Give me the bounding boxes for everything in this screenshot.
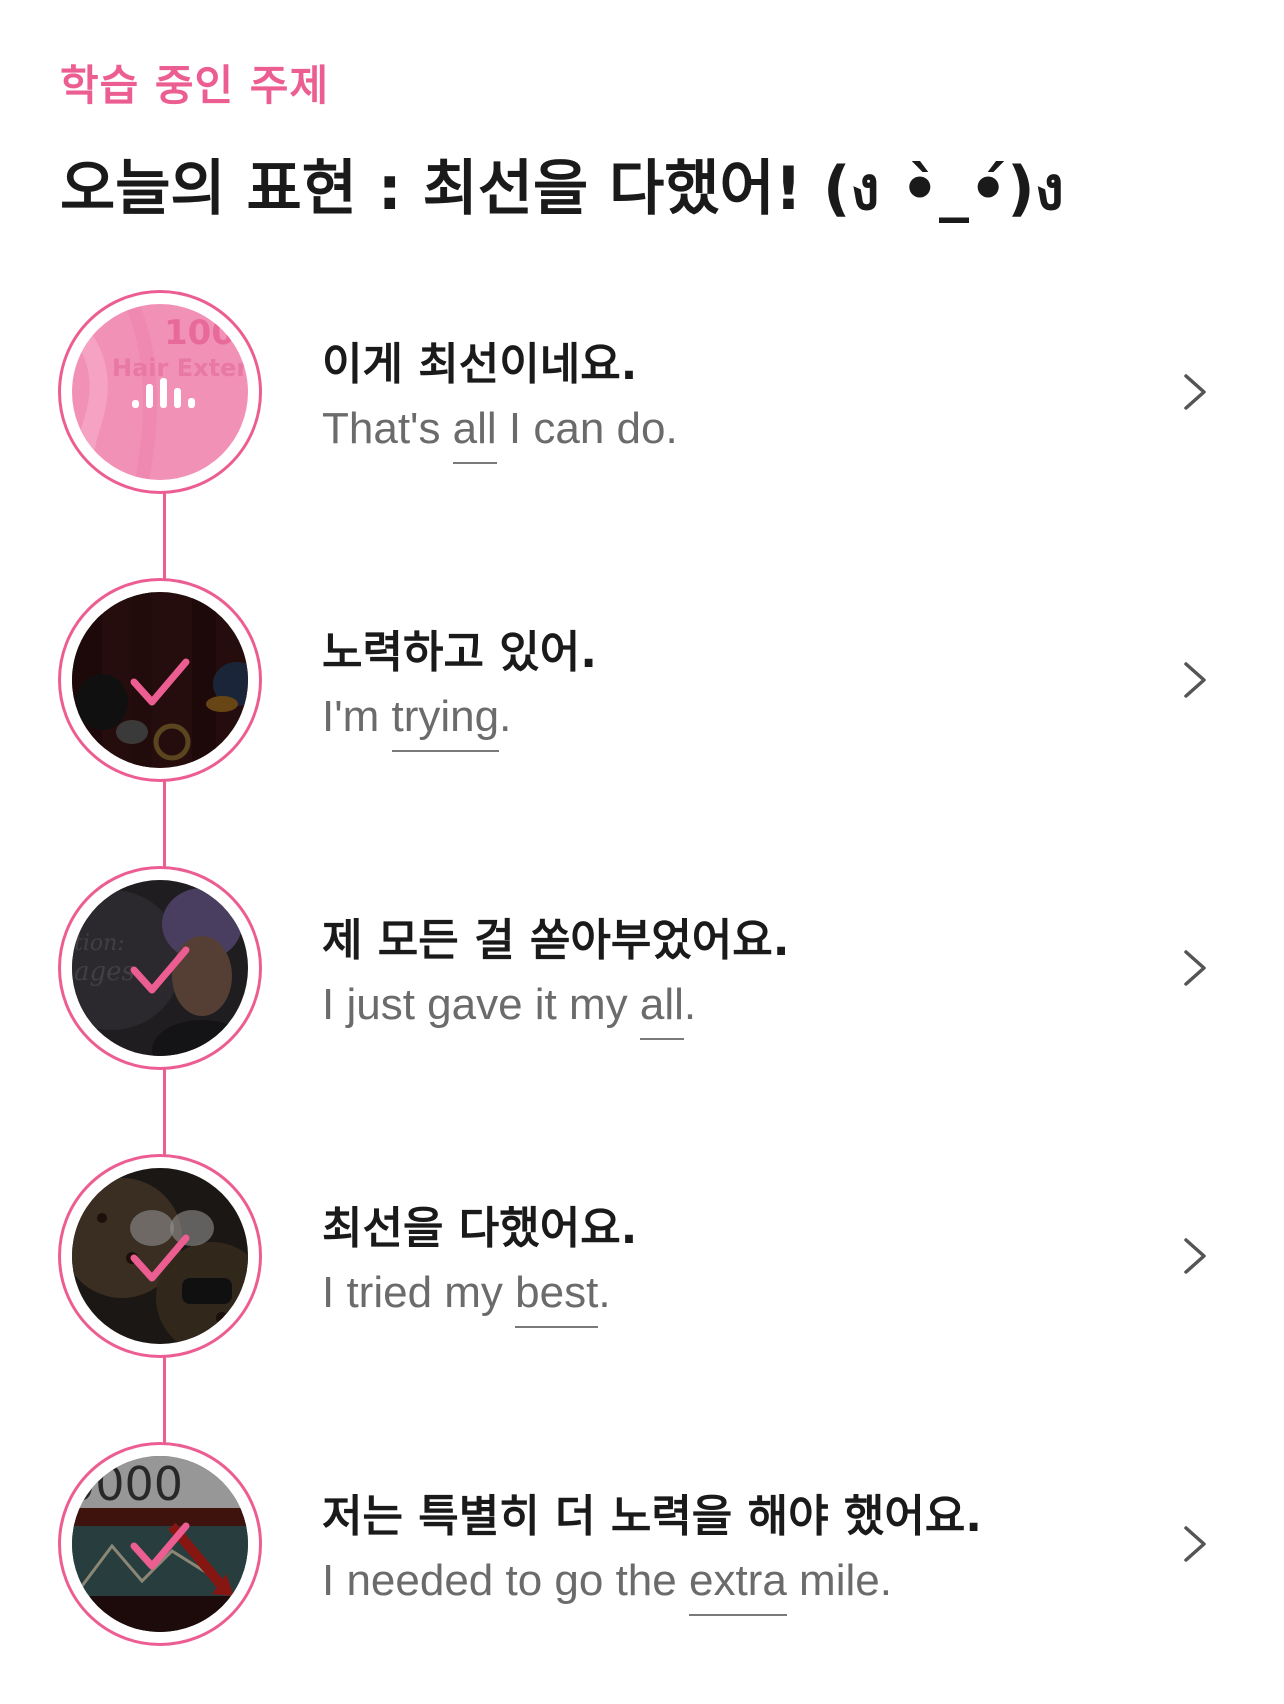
- svg-text:100: 100: [164, 313, 235, 353]
- korean-expression: 노력하고 있어.: [322, 627, 597, 678]
- chevron-right-icon[interactable]: [1172, 1234, 1216, 1278]
- korean-expression: 제 모든 걸 쏟아부었어요.: [322, 915, 790, 966]
- expression-item[interactable]: tion: ages 제 모든 걸 쏟아부었어요. I just gave it…: [0, 866, 1284, 1086]
- english-translation: That's all I can do.: [322, 404, 678, 464]
- chevron-right-icon[interactable]: [1172, 658, 1216, 702]
- english-translation: I just gave it my all.: [322, 980, 697, 1040]
- keyword: best: [515, 1268, 599, 1328]
- svg-text:Hair Exten: Hair Exten: [112, 354, 248, 382]
- expression-item[interactable]: 노력하고 있어. I'm trying.: [0, 578, 1284, 798]
- thumbnail: [72, 592, 248, 768]
- english-translation: I tried my best.: [322, 1268, 611, 1328]
- expression-item[interactable]: 0000 저는 특별히 더 노력을 해야 했어요. I needed to go…: [0, 1442, 1284, 1662]
- thumbnail-ring: [58, 578, 262, 782]
- keyword: extra: [688, 1556, 787, 1616]
- thumbnail-ring: 100 Hair Exten: [58, 290, 262, 494]
- thumbnail: 100 Hair Exten: [72, 304, 248, 480]
- keyword: all: [639, 980, 684, 1040]
- page-title: 오늘의 표현 : 최선을 다했어! (ง •̀_•́)ง: [60, 154, 1065, 224]
- keyword: trying: [391, 692, 500, 752]
- section-eyebrow: 학습 중인 주제: [60, 61, 330, 110]
- chevron-right-icon[interactable]: [1172, 946, 1216, 990]
- korean-expression: 저는 특별히 더 노력을 해야 했어요.: [322, 1491, 983, 1542]
- thumbnail-ring: tion: ages: [58, 866, 262, 1070]
- thumbnail-ring: 0000: [58, 1442, 262, 1646]
- expression-item[interactable]: 100 Hair Exten 이게 최선이네요. That's all I ca…: [0, 290, 1284, 510]
- thumbnail: tion: ages: [72, 880, 248, 1056]
- expression-item[interactable]: 최선을 다했어요. I tried my best.: [0, 1154, 1284, 1374]
- english-translation: I'm trying.: [322, 692, 512, 752]
- chevron-right-icon[interactable]: [1172, 370, 1216, 414]
- keyword: all: [452, 404, 497, 464]
- english-translation: I needed to go the extra mile.: [322, 1556, 892, 1616]
- thumbnail-ring: [58, 1154, 262, 1358]
- korean-expression: 최선을 다했어요.: [322, 1203, 638, 1254]
- korean-expression: 이게 최선이네요.: [322, 339, 638, 390]
- chevron-right-icon[interactable]: [1172, 1522, 1216, 1566]
- thumbnail: 0000: [72, 1456, 248, 1632]
- thumbnail: [72, 1168, 248, 1344]
